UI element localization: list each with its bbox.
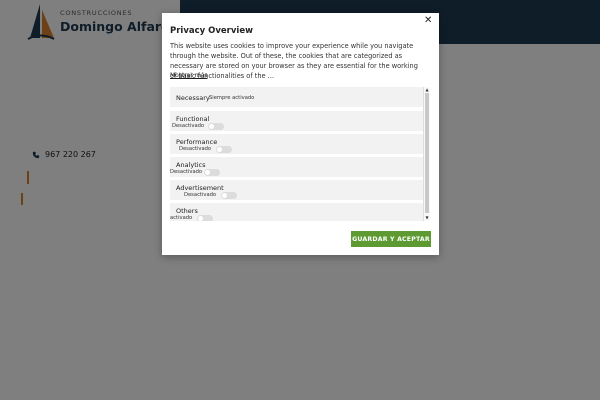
category-status: Desactivado xyxy=(184,192,217,198)
list-scrollbar[interactable]: ▲ ▼ xyxy=(423,87,430,221)
save-accept-button[interactable]: GUARDAR Y ACEPTAR xyxy=(351,231,431,247)
others-toggle[interactable] xyxy=(197,215,213,221)
analytics-toggle[interactable] xyxy=(204,169,220,176)
category-label: Performance xyxy=(176,138,218,146)
category-label: Others xyxy=(176,207,198,215)
category-status: Desactivado xyxy=(170,169,203,175)
category-status: activado xyxy=(170,215,193,221)
category-status: Siempre activado xyxy=(209,95,255,101)
category-functional[interactable]: Functional Desactivado xyxy=(170,111,423,131)
category-advertisement[interactable]: Advertisement Desactivado xyxy=(170,180,423,200)
category-label: Necessary xyxy=(176,94,210,102)
category-others[interactable]: Others activado xyxy=(170,203,423,221)
show-more-link[interactable]: Mostrar más xyxy=(170,72,208,79)
modal-description: This website uses cookies to improve you… xyxy=(170,42,418,80)
category-analytics[interactable]: Analytics Desactivado xyxy=(170,157,423,177)
category-label: Analytics xyxy=(176,161,206,169)
privacy-modal: ✕ Privacy Overview This website uses coo… xyxy=(162,13,439,255)
category-label: Advertisement xyxy=(176,184,224,192)
category-status: Desactivado xyxy=(179,146,212,152)
category-performance[interactable]: Performance Desactivado xyxy=(170,134,423,154)
performance-toggle[interactable] xyxy=(216,146,232,153)
category-status: Desactivado xyxy=(172,123,205,129)
advertisement-toggle[interactable] xyxy=(221,192,237,199)
scroll-down-icon[interactable]: ▼ xyxy=(424,215,430,221)
category-label: Functional xyxy=(176,115,210,123)
modal-title: Privacy Overview xyxy=(170,26,253,36)
functional-toggle[interactable] xyxy=(208,123,224,130)
scrollbar-thumb[interactable] xyxy=(425,93,429,213)
cookie-category-list: Necessary Siempre activado Functional De… xyxy=(170,87,430,221)
close-icon[interactable]: ✕ xyxy=(424,16,432,26)
category-necessary[interactable]: Necessary Siempre activado xyxy=(170,87,423,107)
